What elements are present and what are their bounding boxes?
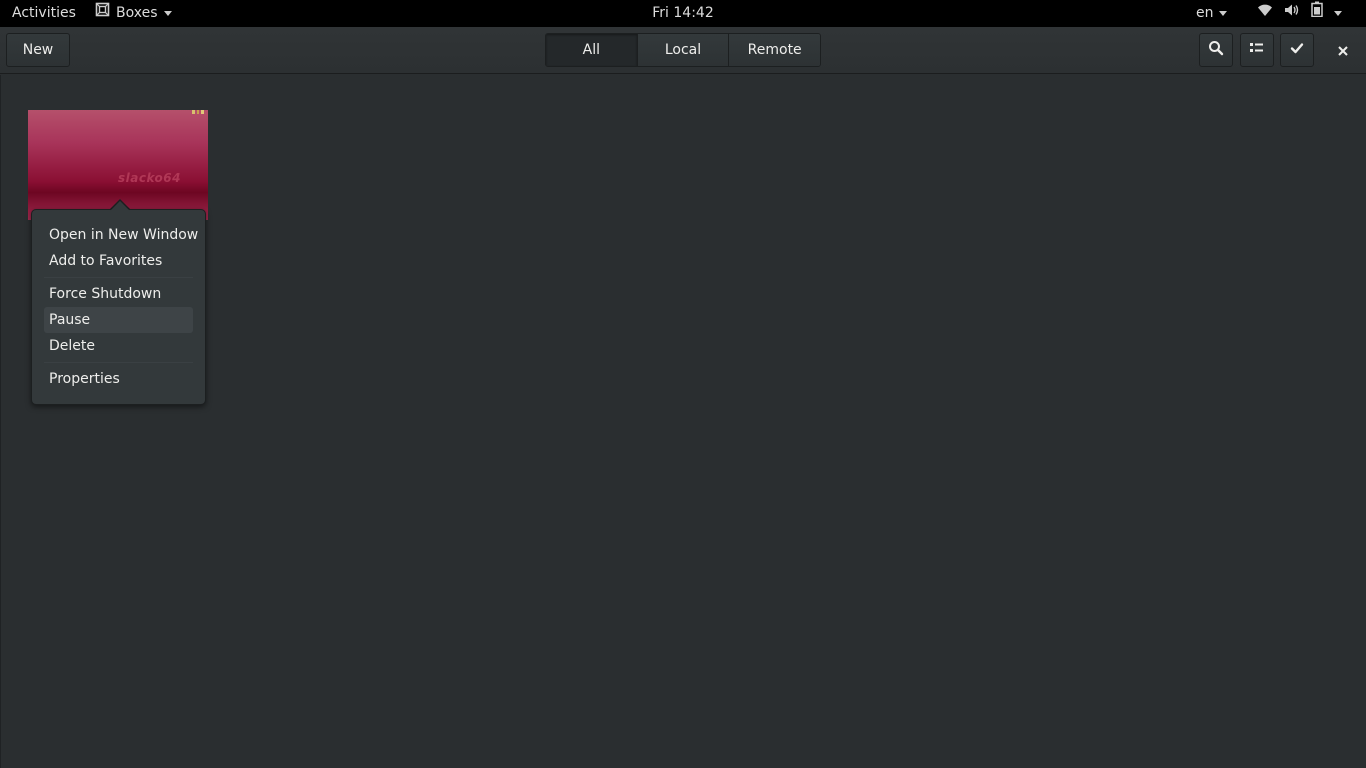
new-button[interactable]: New xyxy=(6,33,70,67)
view-switcher: All Local Remote xyxy=(545,33,821,67)
menu-item-pause[interactable]: Pause xyxy=(44,307,193,333)
volume-icon xyxy=(1284,0,1300,27)
chevron-down-icon xyxy=(1218,11,1227,16)
system-menu[interactable] xyxy=(1257,0,1342,27)
selection-mode-button[interactable] xyxy=(1280,33,1314,67)
list-view-button[interactable] xyxy=(1240,33,1274,67)
menu-item-open-in-new-window[interactable]: Open in New Window xyxy=(44,222,198,248)
menu-separator xyxy=(44,277,193,278)
popover-arrow-fill xyxy=(110,201,130,211)
wifi-icon xyxy=(1257,0,1273,27)
selection-mode-icon xyxy=(1290,42,1304,58)
close-window-button[interactable] xyxy=(1328,33,1358,67)
tab-remote[interactable]: Remote xyxy=(729,34,820,66)
screen-decoration-icon xyxy=(192,110,204,114)
app-menu-label: Boxes xyxy=(116,5,158,21)
header-bar: New All Local Remote xyxy=(0,27,1366,74)
search-button[interactable] xyxy=(1199,33,1233,67)
tab-all[interactable]: All xyxy=(546,34,638,66)
clock-container: Fri 14:42 xyxy=(0,0,1366,27)
keyboard-layout-label: en xyxy=(1196,5,1214,21)
menu-item-delete[interactable]: Delete xyxy=(44,333,193,359)
keyboard-layout-indicator[interactable]: en xyxy=(1196,0,1227,27)
list-view-icon xyxy=(1250,42,1264,58)
system-menu-caret-icon xyxy=(1334,11,1342,16)
boxes-collection-view: slacko64 Open in New Window Add to Favor… xyxy=(0,75,1366,768)
window-edge xyxy=(0,75,1,768)
menu-item-force-shutdown[interactable]: Force Shutdown xyxy=(44,281,193,307)
box-context-menu: Open in New Window Add to Favorites Forc… xyxy=(31,209,206,405)
activities-button[interactable]: Activities xyxy=(12,0,76,27)
clock[interactable]: Fri 14:42 xyxy=(652,5,713,21)
menu-separator xyxy=(44,362,193,363)
close-icon xyxy=(1338,41,1348,60)
chevron-down-icon xyxy=(163,11,172,16)
boxes-app-icon xyxy=(95,0,110,27)
app-menu[interactable]: Boxes xyxy=(95,0,172,27)
tab-local[interactable]: Local xyxy=(637,34,730,66)
menu-item-properties[interactable]: Properties xyxy=(44,366,193,392)
menu-item-add-to-favorites[interactable]: Add to Favorites xyxy=(44,248,193,274)
battery-icon xyxy=(1311,0,1323,27)
box-screen-text: slacko64 xyxy=(118,171,181,185)
search-icon xyxy=(1208,40,1224,60)
boxes-window: New All Local Remote slacko64 Open in Ne… xyxy=(0,27,1366,768)
top-bar: Activities Boxes Fri 14:42 en xyxy=(0,0,1366,27)
